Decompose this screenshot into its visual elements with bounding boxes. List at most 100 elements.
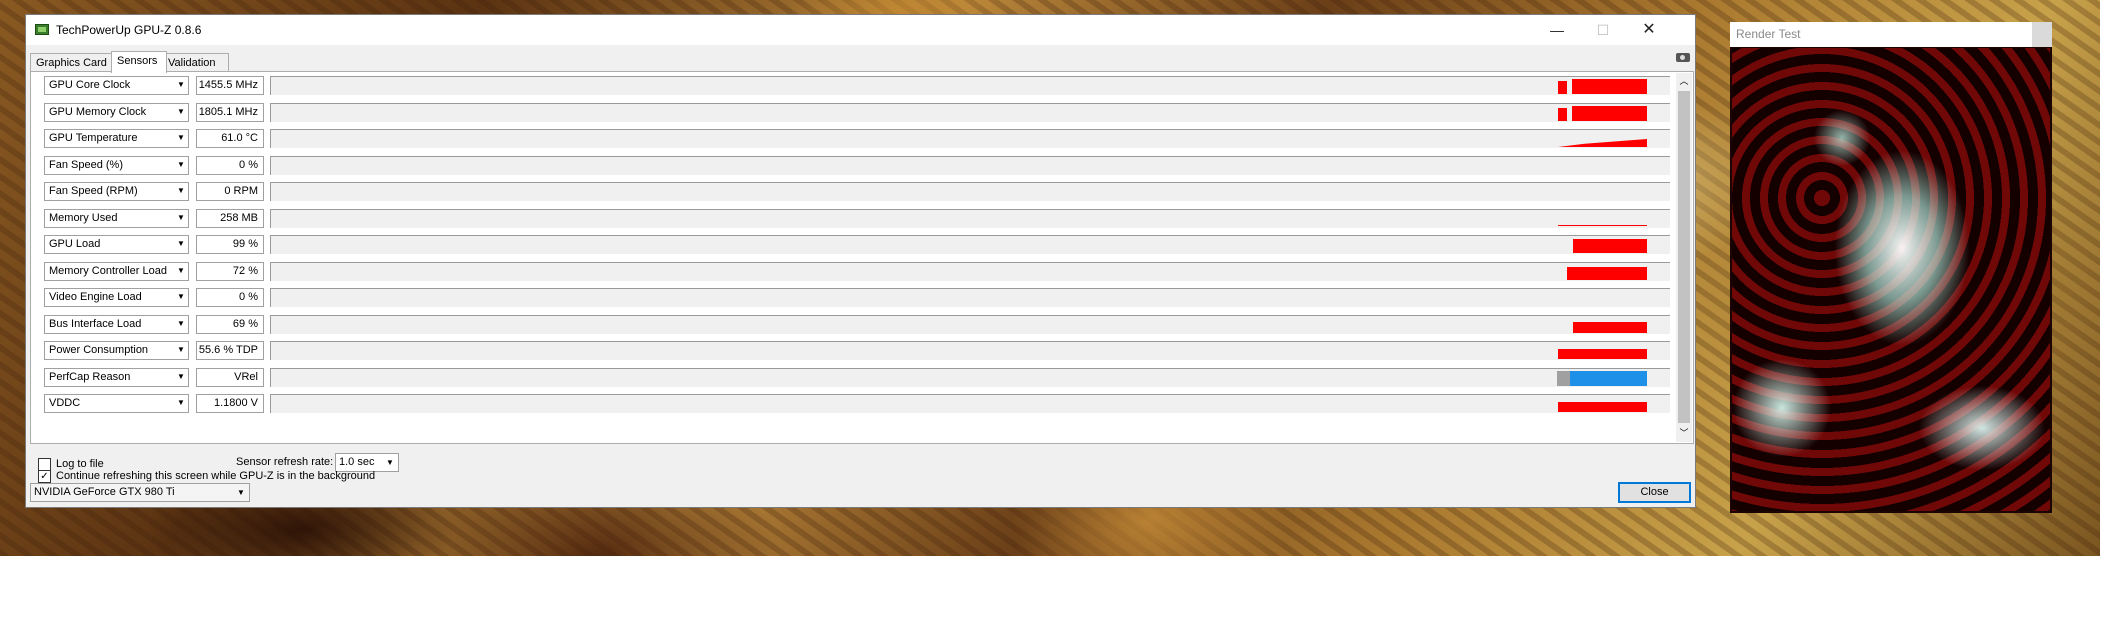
sensor-graph [270,182,1670,201]
window-title: TechPowerUp GPU-Z 0.8.6 [56,23,202,37]
sensor-graph [270,208,1670,228]
sensor-row: Fan Speed (RPM) ▼ 0 RPM [44,180,1674,202]
chevron-down-icon: ▼ [177,345,185,354]
sensor-name-select[interactable]: VDDC [44,394,189,413]
sensor-row: Power Consumption ▼ 55.6 % TDP [44,339,1674,361]
sensor-value: 1.1800 V [196,394,264,413]
sensor-value: 258 MB [196,208,264,228]
sensor-row: GPU Temperature ▼ 61.0 °C [44,127,1674,149]
chevron-down-icon: ▼ [177,265,185,275]
sensor-value: 0 % [196,288,264,307]
graph-bar [1558,349,1647,359]
sensor-row: PerfCap Reason ▼ VRel [44,366,1674,388]
sensor-name-select[interactable]: GPU Load [44,235,189,254]
sensor-row: GPU Core Clock ▼ 1455.5 MHz [44,74,1674,96]
close-window-button[interactable]: ✕ [1626,15,1672,45]
sensor-name-select[interactable]: Fan Speed (%) [44,155,189,175]
graph-bar [1558,402,1647,412]
render-close-button[interactable] [2032,22,2052,47]
render-canvas [1732,48,2050,511]
sensor-name-select[interactable]: PerfCap Reason [44,367,189,387]
sensor-name-select[interactable]: Fan Speed (RPM) [44,182,189,201]
sensor-graph [270,155,1670,175]
chevron-down-icon: ▼ [177,159,185,169]
sensor-row: Fan Speed (%) ▼ 0 % [44,154,1674,176]
chevron-down-icon: ▼ [177,212,185,222]
render-title-bar[interactable]: Render Test [1730,22,2052,47]
graph-bar [1573,321,1647,333]
chevron-down-icon: ▼ [237,488,245,497]
sensor-value: 61.0 °C [196,129,264,148]
chevron-down-icon: ▼ [177,239,185,248]
chevron-down-icon: ▼ [177,318,185,328]
graph-bar [1570,370,1647,386]
chevron-down-icon: ▼ [177,371,185,381]
close-button[interactable]: Close [1618,482,1691,503]
sensor-value: 99 % [196,235,264,254]
chevron-down-icon: ▼ [177,398,185,407]
sensor-name-select[interactable]: Power Consumption [44,341,189,360]
gpuz-window: TechPowerUp GPU-Z 0.8.6 — ☐ ✕ Graphics C… [25,14,1696,508]
sensor-value: 0 RPM [196,182,264,201]
sensor-graph [270,261,1670,281]
render-window-title: Render Test [1736,27,1801,41]
scrollbar[interactable]: ︿ ﹀ [1676,73,1692,442]
device-select[interactable]: NVIDIA GeForce GTX 980 Ti ▼ [30,483,250,502]
graph-bar [1558,107,1567,121]
sensor-name-select[interactable]: Memory Controller Load [44,261,189,281]
sensor-value: 0 % [196,155,264,175]
graph-bar [1557,370,1570,386]
scroll-down-icon[interactable]: ﹀ [1676,425,1692,442]
sensor-graph [270,367,1670,387]
sensor-name-select[interactable]: Bus Interface Load [44,314,189,334]
sensor-row: GPU Load ▼ 99 % [44,233,1674,255]
minimize-button[interactable]: — [1534,15,1580,45]
sensor-value: 69 % [196,314,264,334]
render-test-window: Render Test [1730,22,2052,513]
graph-bar [1558,81,1567,94]
refresh-rate-label: Sensor refresh rate: [236,456,334,468]
sensor-value: 55.6 % TDP [196,341,264,360]
graph-bar [1572,105,1647,121]
scroll-up-icon[interactable]: ︿ [1676,73,1692,90]
tab-sensors[interactable]: Sensors [111,51,167,73]
sensor-name-select[interactable]: Video Engine Load [44,288,189,307]
sensor-graph [270,76,1670,95]
sensor-name-select[interactable]: GPU Temperature [44,129,189,148]
graph-bar [1567,266,1647,280]
sensor-row: Memory Controller Load ▼ 72 % [44,260,1674,282]
tab-graphics-card[interactable]: Graphics Card [30,53,112,72]
sensor-value: VRel [196,367,264,387]
sensor-row: GPU Memory Clock ▼ 1805.1 MHz [44,101,1674,123]
chevron-down-icon: ▼ [177,106,185,116]
sensor-name-select[interactable]: Memory Used [44,208,189,228]
sensor-graph [270,102,1670,122]
title-bar[interactable]: TechPowerUp GPU-Z 0.8.6 — ☐ ✕ [26,15,1695,45]
scroll-thumb[interactable] [1678,91,1690,423]
chevron-down-icon: ▼ [177,133,185,142]
sensor-value: 1805.1 MHz [196,102,264,122]
refresh-rate-value: 1.0 sec [339,456,375,468]
device-select-value: NVIDIA GeForce GTX 980 Ti [34,486,175,498]
graph-bar [1558,139,1647,147]
gpu-card-icon [35,24,49,35]
sensor-graph [270,314,1670,334]
sensor-graph [270,288,1670,307]
sensor-graph [270,235,1670,254]
sensor-value: 1455.5 MHz [196,76,264,95]
tab-validation[interactable]: Validation [162,53,229,72]
sensor-graph [270,394,1670,413]
sensor-row: VDDC ▼ 1.1800 V [44,392,1674,414]
chevron-down-icon: ▼ [177,80,185,89]
screenshot-camera-icon[interactable] [1676,53,1690,62]
chevron-down-icon: ▼ [177,186,185,195]
maximize-button[interactable]: ☐ [1580,15,1626,45]
sensor-row: Video Engine Load ▼ 0 % [44,286,1674,308]
continue-refreshing-checkbox[interactable]: ✓ [38,470,51,483]
sensor-name-select[interactable]: GPU Memory Clock [44,102,189,122]
sensor-graph [270,341,1670,360]
continue-refreshing-label: Continue refreshing this screen while GP… [56,470,376,482]
sensor-name-select[interactable]: GPU Core Clock [44,76,189,95]
chevron-down-icon: ▼ [386,458,394,467]
graph-bar [1573,239,1647,253]
